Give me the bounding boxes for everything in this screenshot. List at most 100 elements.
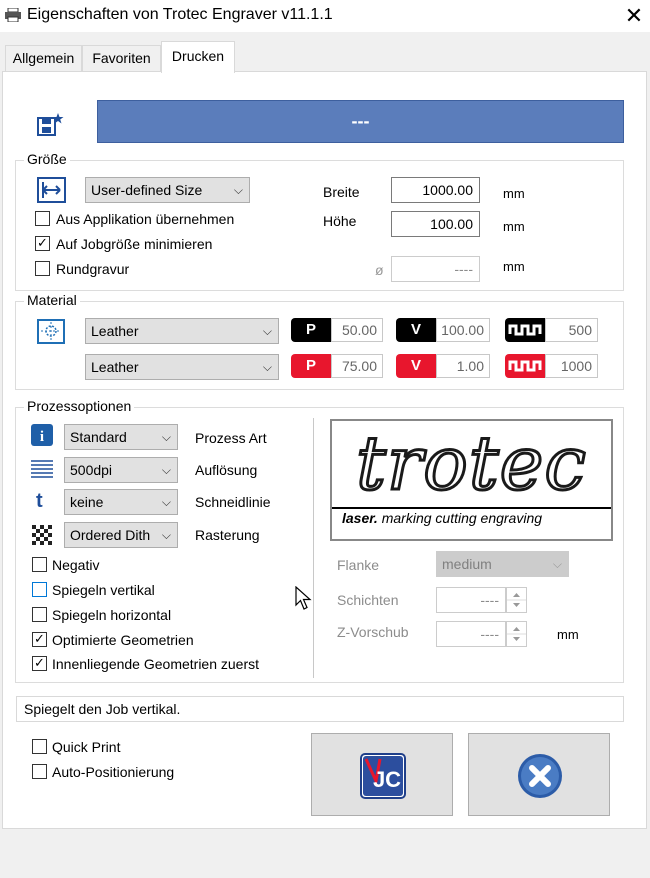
optimierte-checkbox[interactable]: ✓	[32, 632, 47, 647]
rasterung-select[interactable]: Ordered Dith ⌵	[64, 522, 178, 548]
tab-drucken[interactable]: Drucken	[161, 41, 235, 73]
favorite-bar[interactable]: ---	[97, 100, 624, 143]
schichten-label: Schichten	[337, 592, 399, 608]
flanke-value: medium	[442, 556, 492, 572]
velocity-value-2[interactable]: 1.00	[436, 354, 490, 378]
velocity-badge-1: V	[396, 318, 436, 342]
chevron-down-icon: ⌵	[262, 324, 272, 338]
status-text: Spiegelt den Job vertikal.	[16, 696, 624, 722]
diameter-field: ----	[391, 256, 480, 282]
schneidlinie-label: Schneidlinie	[195, 494, 271, 510]
material-select-1-value: Leather	[91, 323, 139, 339]
material-legend: Material	[24, 292, 80, 308]
spiegeln-horizontal-checkbox[interactable]	[32, 607, 47, 622]
size-icon	[37, 177, 66, 203]
breite-field[interactable]: 1000.00	[391, 177, 480, 203]
hoehe-field[interactable]: 100.00	[391, 211, 480, 237]
hoehe-unit: mm	[503, 219, 525, 234]
hoehe-label: Höhe	[323, 213, 357, 229]
frequency-value-2[interactable]: 1000	[545, 354, 598, 378]
prozess-art-select[interactable]: Standard ⌵	[64, 424, 178, 450]
prozess-art-label: Prozess Art	[195, 430, 267, 446]
aufloesung-label: Auflösung	[195, 462, 258, 478]
negativ-checkbox[interactable]	[32, 557, 47, 572]
cancel-button[interactable]	[468, 733, 610, 816]
zvorschub-label: Z-Vorschub	[337, 624, 409, 640]
chevron-down-icon: ⌵	[161, 528, 171, 542]
schichten-spinner	[506, 587, 527, 613]
chevron-down-icon: ⌵	[262, 360, 272, 374]
tab-favoriten[interactable]: Favoriten	[82, 45, 161, 71]
material-icon[interactable]	[37, 319, 65, 344]
velocity-value-1[interactable]: 100.00	[436, 318, 490, 342]
cancel-icon	[517, 753, 563, 799]
power-badge-2: P	[291, 354, 331, 378]
cut-line-icon: t	[36, 490, 43, 512]
diameter-unit: mm	[503, 259, 525, 274]
innenliegende-checkbox[interactable]: ✓	[32, 656, 47, 671]
dither-icon	[31, 524, 53, 546]
material-select-1[interactable]: Leather ⌵	[85, 318, 279, 344]
power-value-2[interactable]: 75.00	[331, 354, 383, 378]
svg-text:JC: JC	[373, 767, 401, 792]
aus-applikation-checkbox[interactable]	[35, 211, 50, 226]
schichten-field: ----	[436, 587, 506, 613]
size-select-value: User-defined Size	[91, 182, 203, 198]
prozess-art-value: Standard	[70, 429, 127, 445]
divider	[313, 418, 314, 678]
innenliegende-label: Innenliegende Geometrien zuerst	[52, 656, 260, 672]
close-icon[interactable]: ✕	[620, 2, 648, 30]
flanke-select: medium ⌵	[436, 551, 569, 577]
rundgravur-label: Rundgravur	[56, 261, 130, 277]
auto-positionierung-checkbox[interactable]	[32, 764, 47, 779]
flanke-label: Flanke	[337, 557, 380, 573]
size-select[interactable]: User-defined Size ⌵	[85, 177, 250, 203]
quick-print-label: Quick Print	[52, 739, 121, 755]
velocity-badge-2: V	[396, 354, 436, 378]
chevron-down-icon: ⌵	[161, 495, 171, 509]
rasterung-label: Rasterung	[195, 527, 260, 543]
svg-text:i: i	[40, 429, 44, 445]
quick-print-checkbox[interactable]	[32, 739, 47, 754]
resolution-icon	[31, 459, 53, 479]
power-value-1[interactable]: 50.00	[331, 318, 383, 342]
logo-tagline-bold: laser.	[342, 510, 378, 526]
chevron-down-icon: ⌵	[161, 430, 171, 444]
spiegeln-horizontal-label: Spiegeln horizontal	[52, 607, 172, 623]
printer-icon	[5, 7, 21, 23]
zvorschub-field: ----	[436, 621, 506, 647]
aufloesung-value: 500dpi	[70, 462, 113, 478]
breite-unit: mm	[503, 186, 525, 201]
zvorschub-unit: mm	[557, 627, 579, 642]
logo-tagline-text: marking cutting engraving	[381, 510, 543, 526]
mouse-cursor-icon	[295, 585, 313, 612]
frequency-icon-1	[505, 318, 545, 342]
material-select-2-value: Leather	[91, 359, 139, 375]
zvorschub-spinner	[506, 621, 527, 647]
logo-word: trotec	[355, 420, 588, 509]
tab-allgemein[interactable]: Allgemein	[5, 45, 82, 71]
rundgravur-checkbox[interactable]	[35, 261, 50, 276]
jobcontrol-icon: JC	[360, 753, 406, 799]
job-control-button[interactable]: JC	[311, 733, 453, 816]
logo-tagline: laser. marking cutting engraving	[342, 510, 542, 526]
frequency-icon-2	[505, 354, 545, 378]
spiegeln-vertikal-checkbox[interactable]	[32, 582, 47, 597]
material-select-2[interactable]: Leather ⌵	[85, 354, 279, 380]
rasterung-value: Ordered Dith	[70, 527, 151, 543]
frequency-value-1[interactable]: 500	[545, 318, 598, 342]
save-favorite-icon[interactable]	[37, 112, 64, 137]
prozess-legend: Prozessoptionen	[24, 398, 135, 414]
schneidlinie-select[interactable]: keine ⌵	[64, 489, 178, 515]
aufloesung-select[interactable]: 500dpi ⌵	[64, 457, 178, 483]
power-badge-1: P	[291, 318, 331, 342]
logo-rule	[332, 507, 611, 509]
spiegeln-vertikal-label: Spiegeln vertikal	[52, 582, 155, 598]
auf-jobgroesse-checkbox[interactable]: ✓	[35, 236, 50, 251]
process-type-icon: i	[31, 424, 53, 446]
trotec-logo: trotec laser. marking cutting engraving	[330, 419, 613, 541]
schneidlinie-value: keine	[70, 494, 104, 510]
negativ-label: Negativ	[52, 557, 100, 573]
diameter-symbol: ø	[375, 262, 384, 278]
auf-jobgroesse-label: Auf Jobgröße minimieren	[56, 236, 213, 252]
